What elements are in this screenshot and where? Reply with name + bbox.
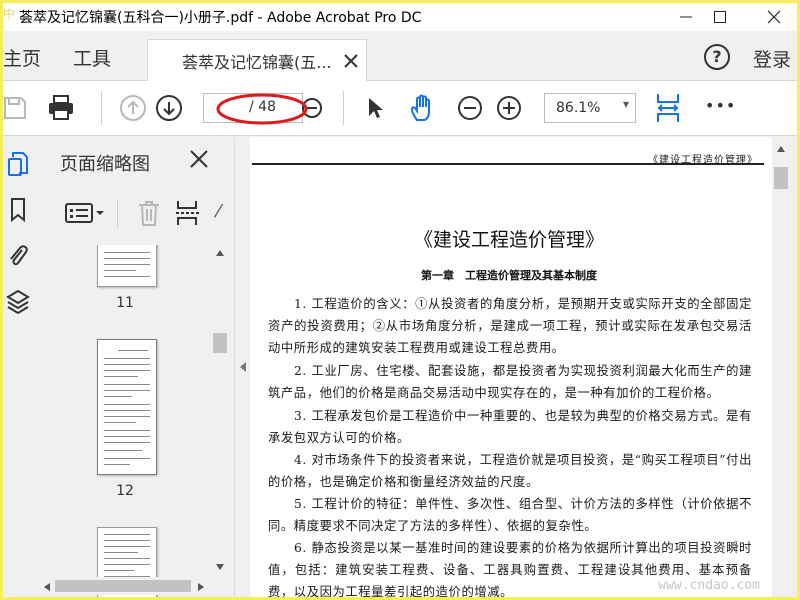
document-view[interactable]: 《建设工程造价管理》 《建设工程造价管理》 第一章 工程造价管理及其基本制度 1…	[250, 137, 772, 597]
maximize-icon	[714, 11, 726, 23]
thumbnail-page-12[interactable]	[97, 339, 157, 475]
zoom-in-button[interactable]	[491, 90, 527, 126]
thumbnail-hscrollbar[interactable]	[39, 577, 211, 595]
delete-pages-button[interactable]	[137, 199, 161, 231]
more-tools-button[interactable]: •••	[705, 96, 736, 115]
help-button[interactable]: ?	[704, 44, 730, 70]
scroll-up-arrow-icon[interactable]	[215, 249, 225, 257]
toolbar: / 48 86.1% ▾ •••	[3, 81, 797, 136]
layers-icon	[6, 289, 30, 315]
close-panel-icon[interactable]	[189, 149, 209, 169]
document-scrollbar[interactable]	[772, 137, 790, 597]
maximize-button[interactable]	[697, 3, 743, 31]
thumbnail-label: 11	[116, 295, 134, 311]
document-tab-label: 荟萃及记忆锦囊(五...	[182, 53, 332, 72]
scrollbar-thumb[interactable]	[213, 333, 227, 353]
panel-toolbar: ⁄	[39, 187, 235, 237]
pdf-page: 《建设工程造价管理》 《建设工程造价管理》 第一章 工程造价管理及其基本制度 1…	[252, 137, 766, 597]
hscrollbar-thumb[interactable]	[55, 580, 191, 592]
paragraph-2: 2. 工业厂房、住宅楼、配套设施，都是投资者为实现投资利润最大化而生产的建筑产品…	[268, 364, 752, 400]
print-icon	[49, 95, 73, 120]
save-button[interactable]	[3, 90, 33, 126]
panel-toolbar-overflow[interactable]: ⁄	[217, 201, 220, 222]
minimize-icon	[680, 16, 692, 18]
scrollbar-thumb[interactable]	[774, 167, 788, 189]
close-window-button[interactable]	[751, 3, 797, 31]
panel-splitter[interactable]	[236, 137, 250, 597]
navigation-rail	[3, 137, 39, 597]
zoom-value: 86.1%	[556, 100, 601, 116]
panel-title: 页面缩略图	[60, 154, 150, 175]
bookmarks-button[interactable]	[5, 195, 31, 225]
menu-bar: 主页 工具 荟萃及记忆锦囊(五... ? 登录	[3, 31, 797, 81]
panel-toolbar-separator	[117, 199, 118, 229]
next-page-button[interactable]	[151, 90, 187, 126]
arrow-up-circle-icon	[120, 95, 146, 121]
thumbnail-list: 11 12	[39, 245, 211, 597]
toolbar-separator	[101, 91, 102, 125]
print-button[interactable]	[43, 90, 79, 126]
scroll-left-arrow-icon[interactable]	[43, 582, 51, 592]
thumbnail-scrollbar[interactable]	[211, 245, 229, 577]
zoom-in-icon	[497, 96, 521, 120]
cursor-arrow-icon	[369, 98, 383, 118]
scroll-up-arrow-icon[interactable]	[776, 145, 786, 153]
annotation-ellipse	[216, 93, 308, 125]
zoom-out-button[interactable]	[452, 90, 488, 126]
acrobat-window: 中 荟萃及记忆锦囊(五科合一)小册子.pdf - Adobe Acrobat P…	[3, 3, 797, 597]
paragraph-4: 4. 对市场条件下的投资者来说，工程造价就是项目投资，是“购买工程项目”付出的价…	[268, 453, 752, 489]
page-extract-icon	[176, 201, 201, 225]
hand-icon	[410, 94, 430, 121]
document-title: 《建设工程造价管理》	[413, 229, 604, 251]
watermark-logo: 中	[3, 7, 16, 21]
options-menu-button[interactable]	[65, 201, 105, 225]
hand-tool-button[interactable]	[405, 90, 441, 126]
select-tool-button[interactable]	[357, 90, 393, 126]
title-bar: 中 荟萃及记忆锦囊(五科合一)小册子.pdf - Adobe Acrobat P…	[3, 3, 797, 31]
trash-icon	[139, 201, 159, 226]
fit-width-icon	[657, 94, 679, 122]
toolbar-separator	[343, 91, 344, 125]
attachments-button[interactable]	[5, 241, 31, 271]
zoom-out-icon	[458, 96, 482, 120]
save-icon	[4, 97, 26, 119]
tools-tab[interactable]: 工具	[73, 44, 111, 71]
thumbnail-page-11[interactable]	[97, 245, 157, 287]
paragraph-5: 5. 工程计价的特征：单件性、多次性、组合型、计价方法的多样性（计价依据不同。精…	[268, 497, 752, 533]
login-button[interactable]: 登录	[753, 45, 791, 72]
previous-page-button[interactable]	[115, 90, 151, 126]
chevron-down-icon: ▾	[622, 97, 629, 111]
paperclip-icon	[10, 245, 28, 266]
extract-pages-button[interactable]	[175, 199, 203, 231]
chapter-heading: 第一章 工程造价管理及其基本制度	[421, 269, 597, 282]
site-watermark: www.cndao.com	[658, 578, 760, 593]
collapse-arrow-icon[interactable]	[238, 361, 248, 373]
thumbnail-label: 12	[116, 483, 134, 499]
scroll-right-arrow-icon[interactable]	[197, 582, 205, 592]
fit-page-button[interactable]	[650, 90, 686, 126]
page-thumbnails-icon	[8, 152, 28, 176]
header-rule	[252, 163, 764, 165]
options-list-icon	[65, 203, 104, 223]
close-icon	[767, 10, 781, 24]
page-thumbnails-button[interactable]	[5, 149, 31, 179]
document-tab[interactable]: 荟萃及记忆锦囊(五...	[147, 39, 367, 81]
bookmark-icon	[11, 198, 25, 223]
close-tab-icon[interactable]	[344, 54, 358, 68]
home-tab[interactable]: 主页	[3, 44, 41, 71]
window-title: 荟萃及记忆锦囊(五科合一)小册子.pdf - Adobe Acrobat Pro…	[19, 10, 422, 26]
scroll-down-arrow-icon[interactable]	[215, 563, 225, 571]
layers-button[interactable]	[5, 287, 31, 317]
arrow-down-circle-icon	[156, 95, 182, 121]
zoom-select[interactable]: 86.1% ▾	[544, 93, 636, 123]
paragraph-3: 3. 工程承发包价是工程造价中一种重要的、也是较为典型的价格交易方式。是有承发包…	[268, 409, 752, 445]
paragraph-1: 1. 工程造价的含义：①从投资者的角度分析，是预期开支或实际开支的全部固定资产的…	[268, 297, 752, 355]
thumbnails-panel: 页面缩略图 ⁄ 11 12	[39, 137, 235, 597]
